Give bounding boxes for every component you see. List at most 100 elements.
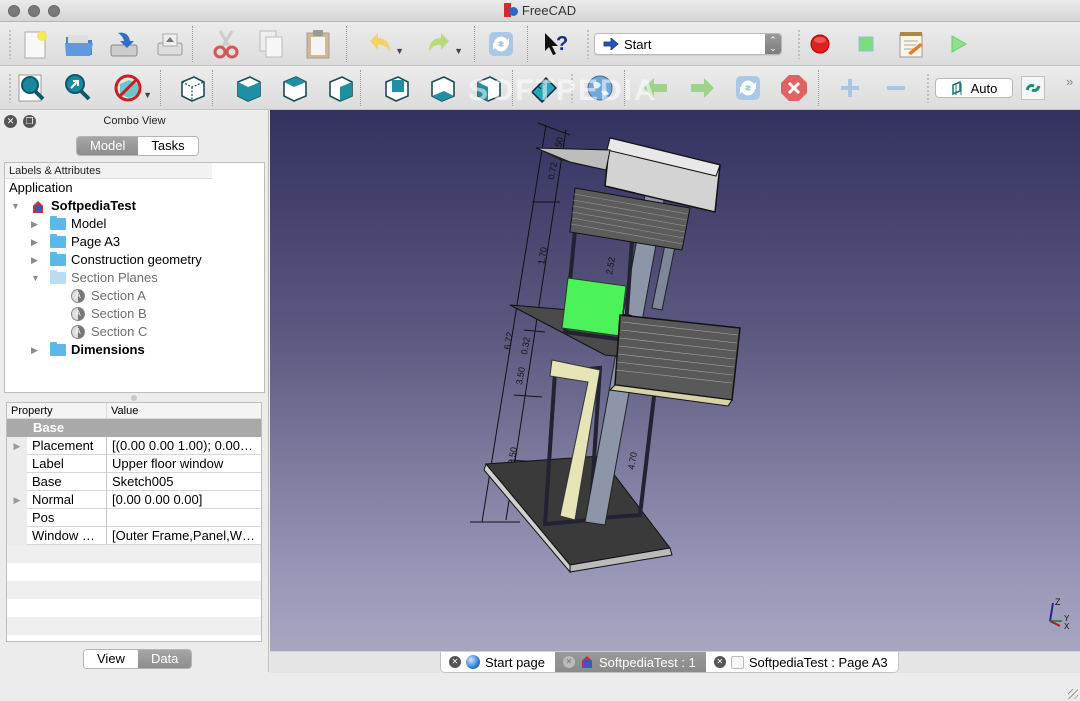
view-isometric-button[interactable] (174, 70, 210, 106)
collapse-triangle-icon[interactable]: ▶ (31, 251, 38, 269)
cube-isometric-icon (181, 76, 205, 102)
property-value[interactable]: [Outer Frame,Panel,W… (107, 527, 261, 545)
tree-item-section-b[interactable]: A Section B (5, 305, 264, 323)
refresh-button[interactable] (483, 26, 519, 62)
fit-all-button[interactable] (14, 70, 50, 106)
property-row-normal[interactable]: ▶ Normal [0.00 0.00 0.00] (7, 491, 261, 509)
property-row-window-parts[interactable]: Window … [Outer Frame,Panel,W… (7, 527, 261, 545)
close-tab-icon[interactable]: ✕ (449, 656, 461, 668)
execute-macro-button[interactable] (940, 26, 976, 62)
collapse-triangle-icon[interactable]: ▶ (31, 341, 38, 359)
toolbar-grip[interactable] (586, 29, 590, 59)
view-bottom-button[interactable] (424, 70, 460, 106)
new-document-button[interactable] (16, 26, 52, 62)
tree-item-dimensions[interactable]: ▶ Dimensions (5, 341, 264, 359)
back-button[interactable] (638, 70, 674, 106)
tree-item-softpediatest[interactable]: ▼ SoftpediaTest (5, 197, 264, 215)
zoom-out-button[interactable] (878, 70, 914, 106)
toolbar-grip[interactable] (8, 29, 12, 59)
print-button[interactable] (152, 26, 188, 62)
property-value[interactable]: [0.00 0.00 0.00] (107, 491, 261, 509)
collapse-triangle-icon[interactable]: ▶ (31, 215, 38, 233)
refresh-icon (489, 32, 513, 56)
tree-root-application[interactable]: Application (5, 179, 264, 197)
tab-view[interactable]: View (84, 650, 138, 668)
cut-button[interactable] (208, 26, 244, 62)
save-document-button[interactable] (106, 26, 142, 62)
tree-item-section-a[interactable]: A Section A (5, 287, 264, 305)
copy-button[interactable] (253, 26, 289, 62)
expand-triangle-icon[interactable]: ▶ (7, 437, 27, 455)
redo-dropdown-caret[interactable]: ▼ (454, 46, 463, 56)
view-rear-button[interactable] (378, 70, 414, 106)
stop-button[interactable] (776, 70, 812, 106)
auto-button[interactable]: Auto (935, 78, 1013, 98)
toolbar-grip[interactable] (8, 73, 12, 103)
tree-column-header[interactable]: Labels & Attributes (5, 163, 212, 179)
property-column-header[interactable]: Property (7, 403, 107, 418)
measure-distance-button[interactable] (526, 70, 562, 106)
tab-data[interactable]: Data (137, 650, 192, 668)
doc-tab-page-a3[interactable]: ✕ SoftpediaTest : Page A3 (706, 652, 898, 672)
tab-tasks[interactable]: Tasks (138, 137, 198, 155)
tree-item-page-a3[interactable]: ▶ Page A3 (5, 233, 264, 251)
draw-style-button[interactable]: ▼ (110, 70, 152, 106)
property-value[interactable] (107, 509, 261, 527)
property-row-pos[interactable]: Pos (7, 509, 261, 527)
toolbar-grip[interactable] (570, 73, 574, 103)
doc-tab-start-page[interactable]: ✕ Start page (441, 652, 555, 672)
reload-button[interactable] (730, 70, 766, 106)
close-tab-icon[interactable]: ✕ (713, 656, 726, 668)
edit-macros-button[interactable] (893, 26, 929, 62)
expand-triangle-icon[interactable]: ▶ (7, 491, 27, 509)
undo-button[interactable]: ▼ (362, 26, 404, 62)
tree-item-section-c[interactable]: A Section C (5, 323, 264, 341)
building-model[interactable]: 0.50 0.72 1.70 2.52 6.72 0.32 3.50 2.50 … (270, 110, 1080, 651)
toolbar-grip[interactable] (797, 29, 801, 59)
whats-this-icon: ? (545, 33, 568, 55)
web-browser-button[interactable] (582, 70, 618, 106)
roof-overhang[interactable] (535, 147, 611, 171)
property-group-base[interactable]: Base (7, 419, 261, 437)
forward-button[interactable] (684, 70, 720, 106)
view-front-button[interactable] (230, 70, 266, 106)
collapse-triangle-icon[interactable]: ▶ (31, 233, 38, 251)
view-top-button[interactable] (276, 70, 312, 106)
open-document-button[interactable] (61, 26, 97, 62)
panel-splitter-handle[interactable] (131, 395, 137, 401)
property-row-base[interactable]: Base Sketch005 (7, 473, 261, 491)
tree-item-model[interactable]: ▶ Model (5, 215, 264, 233)
3d-viewport[interactable]: 0.50 0.72 1.70 2.52 6.72 0.32 3.50 2.50 … (270, 110, 1080, 651)
toolbar-overflow-button[interactable]: » (1066, 74, 1073, 89)
whats-this-button[interactable]: ? (538, 26, 574, 62)
expand-triangle-icon[interactable]: ▼ (11, 197, 20, 215)
tree-item-construction-geometry[interactable]: ▶ Construction geometry (5, 251, 264, 269)
fit-selection-button[interactable] (60, 70, 96, 106)
paste-button[interactable] (300, 26, 336, 62)
toolbar-grip[interactable] (926, 73, 930, 103)
property-row-placement[interactable]: ▶ Placement [(0.00 0.00 1.00); 0.00… (7, 437, 261, 455)
doc-tab-softpediatest-1[interactable]: ✕ SoftpediaTest : 1 (555, 652, 706, 672)
view-right-button[interactable] (322, 70, 358, 106)
tab-model[interactable]: Model (77, 137, 139, 155)
value-column-header[interactable]: Value (107, 403, 138, 418)
expand-triangle-icon[interactable]: ▼ (31, 269, 40, 287)
workbench-selector[interactable]: Start ⌃ ⌄ (594, 33, 782, 55)
resize-grip-icon[interactable] (1068, 689, 1078, 699)
undo-dropdown-caret[interactable]: ▼ (395, 46, 404, 56)
zoom-in-button[interactable] (832, 70, 868, 106)
cube-left-icon (477, 76, 501, 102)
record-macro-button[interactable] (802, 26, 838, 62)
stop-macro-button[interactable] (848, 26, 884, 62)
property-value[interactable]: [(0.00 0.00 1.00); 0.00… (107, 437, 261, 455)
property-value[interactable]: Upper floor window (107, 455, 261, 473)
close-tab-icon[interactable]: ✕ (563, 656, 575, 668)
view-left-button[interactable] (470, 70, 506, 106)
property-row-label[interactable]: Label Upper floor window (7, 455, 261, 473)
redo-button[interactable]: ▼ (421, 26, 463, 62)
link-view-button[interactable] (1021, 76, 1045, 100)
draw-style-dropdown-caret[interactable]: ▼ (143, 90, 152, 100)
tree-item-section-planes[interactable]: ▼ Section Planes (5, 269, 264, 287)
selected-window-pane[interactable] (561, 277, 627, 337)
property-value[interactable]: Sketch005 (107, 473, 261, 491)
